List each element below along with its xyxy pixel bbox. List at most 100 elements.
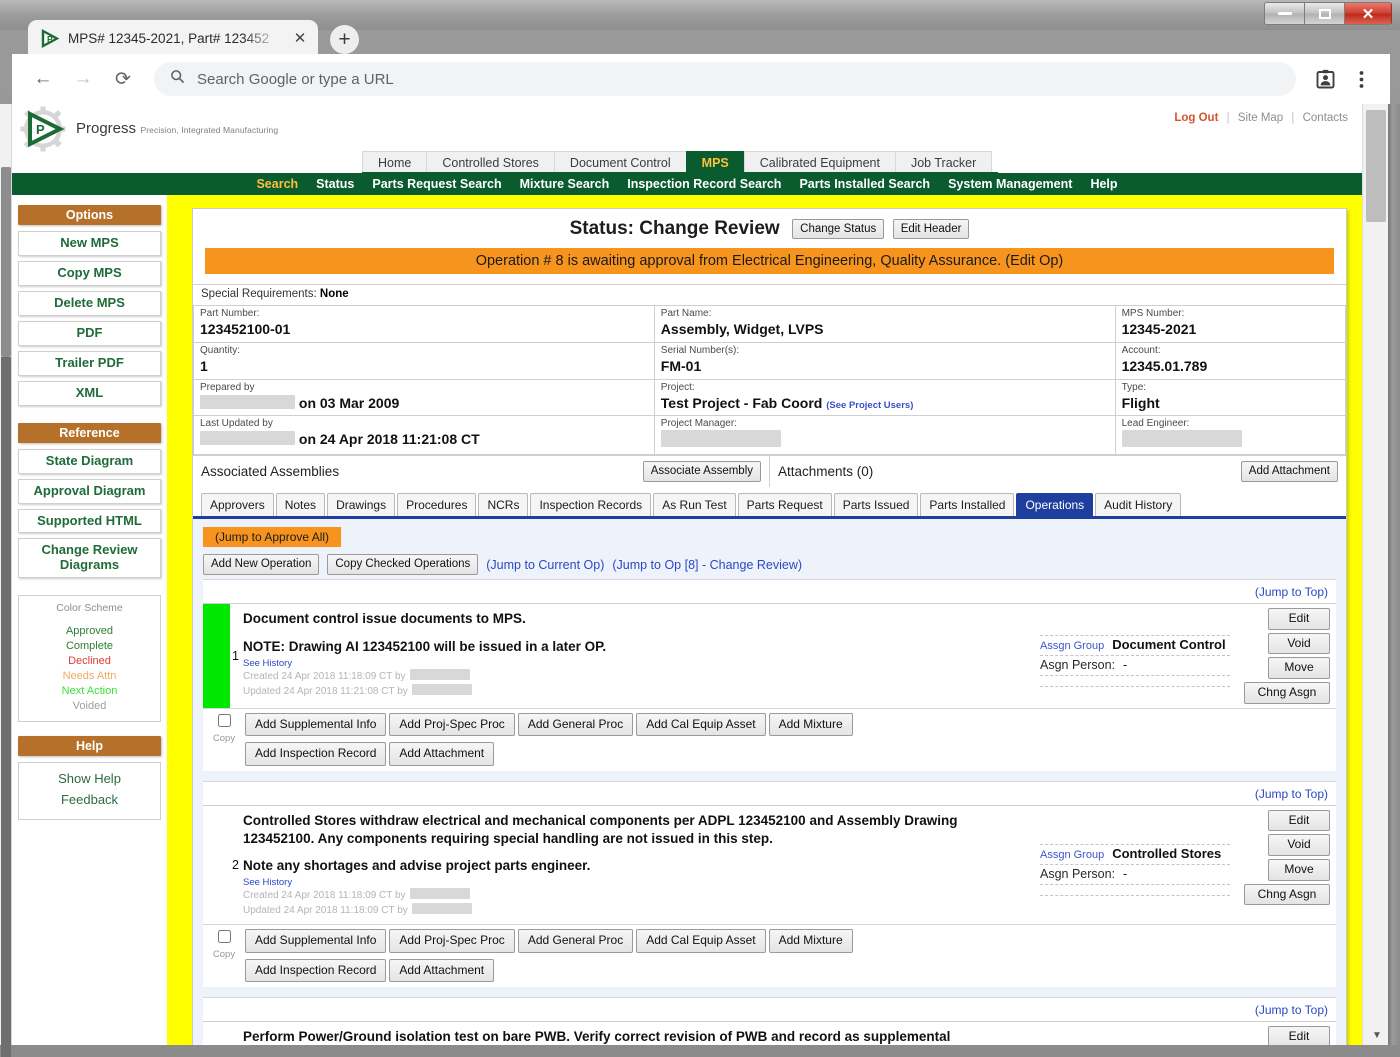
back-icon[interactable]: ← xyxy=(26,62,60,96)
page-scrollbar-thumb[interactable] xyxy=(1366,110,1386,222)
nav-link-parts-installed-search[interactable]: Parts Installed Search xyxy=(790,177,939,191)
primary-tab-mps[interactable]: MPS xyxy=(686,151,745,172)
scroll-down-icon[interactable]: ▼ xyxy=(1363,1025,1390,1045)
jump-to-approve-all-link[interactable]: (Jump to Approve All) xyxy=(203,527,341,547)
tab-drawings[interactable]: Drawings xyxy=(327,493,395,516)
copy-checked-operations-button[interactable]: Copy Checked Operations xyxy=(327,554,478,575)
show-help-link[interactable]: Show Help xyxy=(23,769,156,790)
tab-parts-request[interactable]: Parts Request xyxy=(738,493,832,516)
browser-tab[interactable]: P MPS# 12345-2021, Part# 123452 ✕ xyxy=(28,20,318,56)
sidebar-reference-supported-html[interactable]: Supported HTML xyxy=(18,509,161,534)
add-attachment-button[interactable]: Add Attachment xyxy=(1241,461,1338,482)
add-proj-spec-proc-button[interactable]: Add Proj-Spec Proc xyxy=(389,929,514,953)
nav-link-parts-request-search[interactable]: Parts Request Search xyxy=(363,177,510,191)
add-new-operation-button[interactable]: Add New Operation xyxy=(203,554,319,575)
tab-close-icon[interactable]: ✕ xyxy=(290,28,310,48)
contacts-link[interactable]: Contacts xyxy=(1303,112,1348,124)
sidebar-option-xml[interactable]: XML xyxy=(18,381,161,406)
jump-to-top-link[interactable]: (Jump to Top) xyxy=(1255,787,1328,801)
sidebar-option-copy-mps[interactable]: Copy MPS xyxy=(18,261,161,286)
nav-link-mixture-search[interactable]: Mixture Search xyxy=(511,177,619,191)
change-status-button[interactable]: Change Status xyxy=(792,219,884,240)
add-supplemental-info-button[interactable]: Add Supplemental Info xyxy=(245,713,386,737)
add-mixture-button[interactable]: Add Mixture xyxy=(769,929,853,953)
sitemap-link[interactable]: Site Map xyxy=(1238,112,1283,124)
edit-button[interactable]: Edit xyxy=(1268,810,1330,832)
nav-link-inspection-record-search[interactable]: Inspection Record Search xyxy=(618,177,790,191)
add-inspection-record-button[interactable]: Add Inspection Record xyxy=(245,959,386,983)
feedback-link[interactable]: Feedback xyxy=(23,790,156,811)
tab-parts-issued[interactable]: Parts Issued xyxy=(834,493,919,516)
add-attachment-button[interactable]: Add Attachment xyxy=(389,742,494,766)
add-cal-equip-asset-button[interactable]: Add Cal Equip Asset xyxy=(636,929,765,953)
copy-checkbox[interactable] xyxy=(218,930,231,943)
add-attachment-button[interactable]: Add Attachment xyxy=(389,959,494,983)
nav-link-help[interactable]: Help xyxy=(1081,177,1126,191)
sidebar-reference-change-review-diagrams[interactable]: Change Review Diagrams xyxy=(18,538,161,578)
tab-parts-installed[interactable]: Parts Installed xyxy=(920,493,1014,516)
primary-tab-controlled-stores[interactable]: Controlled Stores xyxy=(426,151,555,172)
see-project-users-link[interactable]: (See Project Users) xyxy=(826,400,913,411)
sidebar-option-pdf[interactable]: PDF xyxy=(18,321,161,346)
approval-alert-banner[interactable]: Operation # 8 is awaiting approval from … xyxy=(205,248,1334,274)
add-inspection-record-button[interactable]: Add Inspection Record xyxy=(245,742,386,766)
tab-audit-history[interactable]: Audit History xyxy=(1095,493,1181,516)
sidebar-reference-state-diagram[interactable]: State Diagram xyxy=(18,449,161,474)
assgn-group-label[interactable]: Assgn Group xyxy=(1040,849,1104,861)
sidebar-reference-approval-diagram[interactable]: Approval Diagram xyxy=(18,479,161,504)
address-bar[interactable]: Search Google or type a URL xyxy=(154,62,1296,96)
add-general-proc-button[interactable]: Add General Proc xyxy=(518,929,633,953)
tab-ncrs[interactable]: NCRs xyxy=(478,493,528,516)
add-proj-spec-proc-button[interactable]: Add Proj-Spec Proc xyxy=(389,713,514,737)
associate-assembly-button[interactable]: Associate Assembly xyxy=(643,461,761,482)
logout-link[interactable]: Log Out xyxy=(1174,112,1218,124)
move-button[interactable]: Move xyxy=(1268,859,1330,881)
new-tab-button[interactable]: + xyxy=(330,25,359,54)
add-general-proc-button[interactable]: Add General Proc xyxy=(518,713,633,737)
tab-approvers[interactable]: Approvers xyxy=(201,493,274,516)
chng-asgn-button[interactable]: Chng Asgn xyxy=(1244,884,1330,906)
jump-to-top-link[interactable]: (Jump to Top) xyxy=(1255,585,1328,599)
jump-to-op8-link[interactable]: (Jump to Op [8] - Change Review) xyxy=(612,558,802,572)
jump-to-top-link[interactable]: (Jump to Top) xyxy=(1255,1003,1328,1017)
add-supplemental-info-button[interactable]: Add Supplemental Info xyxy=(245,929,386,953)
primary-tab-job-tracker[interactable]: Job Tracker xyxy=(895,151,992,172)
page-scrollbar[interactable]: ▲ ▼ xyxy=(1362,104,1390,1045)
add-mixture-button[interactable]: Add Mixture xyxy=(769,713,853,737)
chng-asgn-button[interactable]: Chng Asgn xyxy=(1244,682,1330,704)
scrollbar-thumb-upper[interactable] xyxy=(1,167,11,357)
primary-tab-calibrated-equipment[interactable]: Calibrated Equipment xyxy=(744,151,896,172)
tab-notes[interactable]: Notes xyxy=(276,493,325,516)
site-logo[interactable]: P Progress Precision, Integrated Manufac… xyxy=(20,106,278,152)
primary-tab-document-control[interactable]: Document Control xyxy=(554,151,687,172)
sidebar-option-trailer-pdf[interactable]: Trailer PDF xyxy=(18,351,161,376)
window-left-scrollbar[interactable] xyxy=(0,104,12,1045)
edit-header-button[interactable]: Edit Header xyxy=(893,219,970,240)
primary-tab-home[interactable]: Home xyxy=(362,151,427,172)
add-cal-equip-asset-button[interactable]: Add Cal Equip Asset xyxy=(636,713,765,737)
tab-operations[interactable]: Operations xyxy=(1016,493,1093,516)
tab-as-run-test[interactable]: As Run Test xyxy=(653,493,735,516)
sidebar-option-delete-mps[interactable]: Delete MPS xyxy=(18,291,161,316)
see-history-link[interactable]: See History xyxy=(243,877,1026,888)
edit-button[interactable]: Edit xyxy=(1268,608,1330,630)
void-button[interactable]: Void xyxy=(1268,633,1330,655)
assgn-group-label[interactable]: Assgn Group xyxy=(1040,640,1104,652)
forward-icon[interactable]: → xyxy=(66,62,100,96)
nav-link-system-management[interactable]: System Management xyxy=(939,177,1081,191)
scrollbar-thumb-lower[interactable] xyxy=(1,357,11,1057)
tab-procedures[interactable]: Procedures xyxy=(397,493,476,516)
copy-checkbox[interactable] xyxy=(218,714,231,727)
edit-button[interactable]: Edit xyxy=(1268,1026,1330,1045)
move-button[interactable]: Move xyxy=(1268,657,1330,679)
void-button[interactable]: Void xyxy=(1268,834,1330,856)
nav-link-status[interactable]: Status xyxy=(307,177,363,191)
jump-to-current-op-link[interactable]: (Jump to Current Op) xyxy=(486,558,604,572)
reload-icon[interactable]: ⟳ xyxy=(106,62,140,96)
nav-link-search[interactable]: Search xyxy=(247,177,307,191)
see-history-link[interactable]: See History xyxy=(243,658,1026,669)
profile-icon[interactable] xyxy=(1310,64,1340,94)
sidebar-option-new-mps[interactable]: New MPS xyxy=(18,231,161,256)
kebab-menu-icon[interactable] xyxy=(1346,64,1376,94)
tab-inspection-records[interactable]: Inspection Records xyxy=(530,493,651,516)
